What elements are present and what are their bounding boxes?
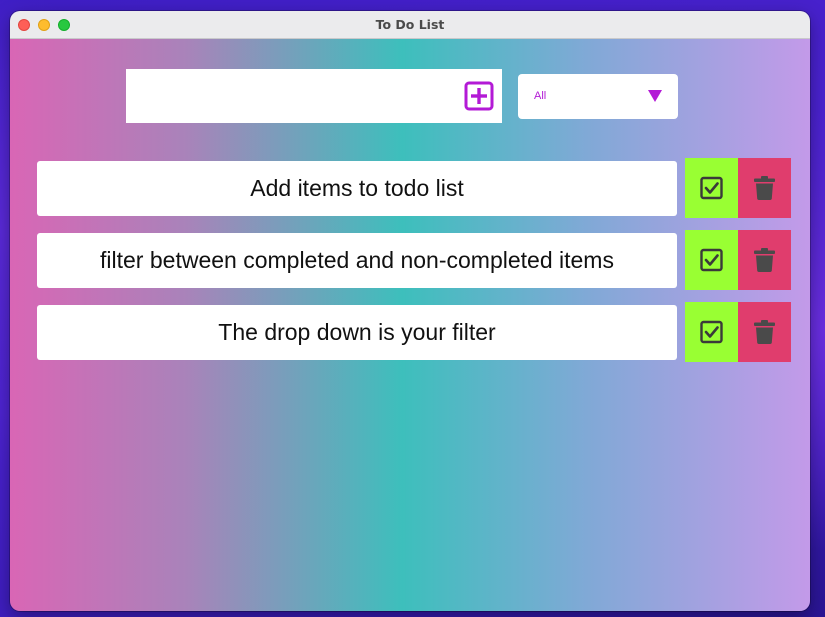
complete-button[interactable] <box>685 230 738 290</box>
plus-square-icon <box>464 81 494 111</box>
todo-input[interactable] <box>126 69 456 123</box>
delete-button[interactable] <box>738 230 791 290</box>
todo-item: The drop down is your filter <box>37 302 791 362</box>
todo-item: filter between completed and non-complet… <box>37 230 791 290</box>
triangle-down-icon <box>648 90 662 102</box>
app-window: To Do List All Add items to todo list fi… <box>10 11 810 611</box>
todo-text: Add items to todo list <box>250 175 464 201</box>
delete-button[interactable] <box>738 158 791 218</box>
todo-text: The drop down is your filter <box>218 319 496 345</box>
todo-text-box: filter between completed and non-complet… <box>37 233 677 288</box>
complete-button[interactable] <box>685 158 738 218</box>
check-square-icon <box>700 248 723 272</box>
todo-item: Add items to todo list <box>37 158 791 218</box>
todo-text-box: Add items to todo list <box>37 161 677 216</box>
filter-selected-value: All <box>534 90 547 102</box>
trash-icon <box>754 176 775 200</box>
trash-icon <box>754 320 775 344</box>
window-title: To Do List <box>375 17 445 32</box>
check-square-icon <box>700 176 723 200</box>
delete-button[interactable] <box>738 302 791 362</box>
add-todo-button[interactable] <box>464 81 494 111</box>
check-square-icon <box>700 320 723 344</box>
filter-dropdown[interactable]: All <box>518 74 678 119</box>
todo-text: filter between completed and non-complet… <box>100 247 614 273</box>
trash-icon <box>754 248 775 272</box>
todo-text-box: The drop down is your filter <box>37 305 677 360</box>
title-bar: To Do List <box>10 11 810 39</box>
app-content: All Add items to todo list filter betwee… <box>10 39 810 611</box>
todo-form <box>126 69 502 123</box>
complete-button[interactable] <box>685 302 738 362</box>
